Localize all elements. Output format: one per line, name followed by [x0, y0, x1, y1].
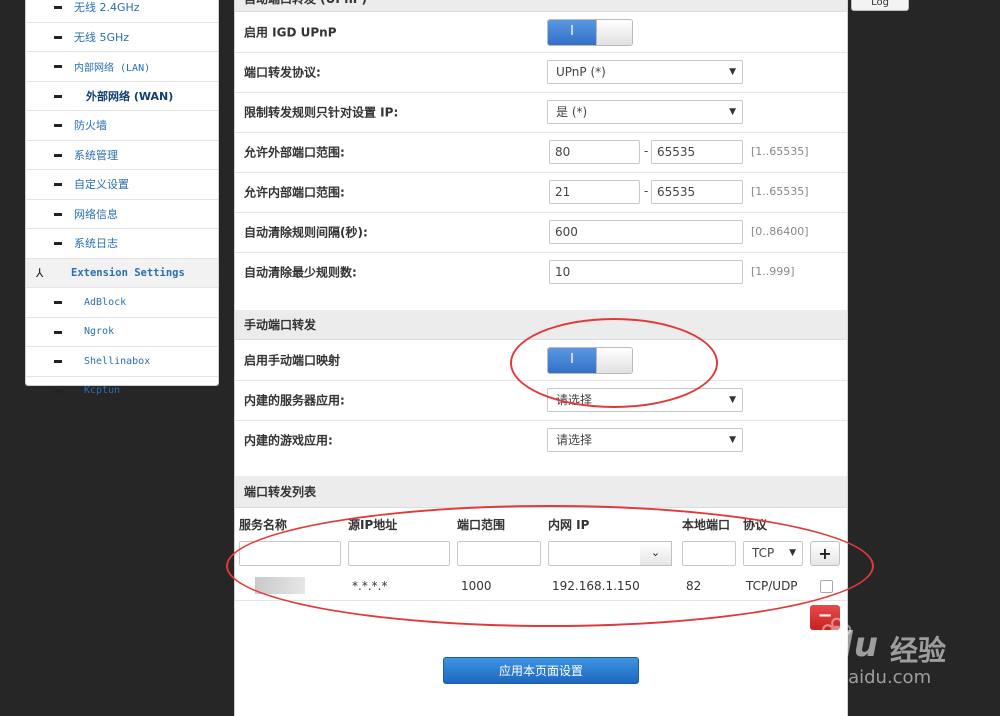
upnp-enable-row: 启用 IGD UPnP I: [235, 12, 847, 53]
sidebar-item-ngrok[interactable]: Ngrok: [26, 318, 218, 347]
ext-port-range-row: 允许外部端口范围: 80 - 65535 [1..65535]: [235, 132, 847, 173]
bullet-icon: [54, 65, 62, 69]
sidebar-item-netinfo[interactable]: 网络信息: [26, 200, 218, 229]
game-app-label: 内建的游戏应用:: [244, 433, 333, 448]
clean-min-row: 自动清除最少规则数: 10 [1..999]: [235, 252, 847, 310]
sidebar-item-kcptun[interactable]: Kcptun: [26, 377, 218, 406]
sidebar-item-firewall[interactable]: 防火墙: [26, 111, 218, 141]
restrict-ip-select[interactable]: 是 (*) ▼: [547, 100, 743, 124]
watermark-suffix: 经验: [890, 634, 947, 667]
sidebar-item-extension-settings[interactable]: ⅄ Extension Settings: [26, 258, 218, 288]
sidebar-item-custom[interactable]: 自定义设置: [26, 170, 218, 200]
game-app-row: 内建的游戏应用: 请选择 ▼: [235, 420, 847, 476]
person-icon: ⅄: [36, 265, 44, 280]
sidebar-item-wan[interactable]: 外部网络 (WAN): [26, 82, 218, 111]
bullet-icon: [54, 242, 62, 246]
clean-min-label: 自动清除最少规则数:: [244, 265, 357, 280]
clean-min-input[interactable]: 10: [549, 260, 743, 284]
server-app-label: 内建的服务器应用:: [244, 393, 345, 408]
upnp-enable-label: 启用 IGD UPnP: [244, 25, 337, 40]
sidebar-item-wireless-5g[interactable]: 无线 5GHz: [26, 23, 218, 52]
annotation-ellipse: [510, 318, 718, 408]
toggle-knob: [596, 20, 632, 45]
chevron-down-icon: ▼: [729, 395, 736, 405]
bullet-icon: [54, 94, 62, 98]
protocol-row: 端口转发协议: UPnP (*) ▼: [235, 52, 847, 93]
bullet-icon: [54, 183, 62, 187]
ext-port-to-input[interactable]: 65535: [651, 140, 743, 164]
bullet-icon: [54, 212, 62, 216]
forward-list-title: 端口转发列表: [235, 476, 847, 508]
bullet-icon: [54, 124, 62, 128]
clean-interval-input[interactable]: 600: [549, 220, 743, 244]
clean-interval-row: 自动清除规则间隔(秒): 600 [0..86400]: [235, 212, 847, 253]
int-port-range-label: 允许内部端口范围:: [244, 185, 345, 200]
apply-settings-button[interactable]: 应用本页面设置: [443, 657, 639, 684]
chevron-down-icon: ▼: [729, 67, 736, 77]
bullet-icon: [54, 360, 62, 364]
game-app-select[interactable]: 请选择 ▼: [547, 428, 743, 452]
bullet-icon: [54, 6, 62, 10]
ext-port-range-hint: [1..65535]: [751, 145, 809, 158]
toggle-on-indicator: I: [548, 20, 596, 45]
restrict-ip-row: 限制转发规则只针对设置 IP: 是 (*) ▼: [235, 92, 847, 133]
clean-interval-hint: [0..86400]: [751, 225, 809, 238]
protocol-value: UPnP (*): [556, 65, 606, 79]
sidebar-item-shellinabox[interactable]: Shellinabox: [26, 347, 218, 377]
restrict-ip-label: 限制转发规则只针对设置 IP:: [244, 105, 399, 120]
clean-interval-label: 自动清除规则间隔(秒):: [244, 225, 368, 240]
watermark-url: jingyan.baidu.com: [765, 667, 932, 688]
sidebar-item-lan[interactable]: 内部网络 (LAN): [26, 52, 218, 82]
clean-min-hint: [1..999]: [751, 265, 795, 278]
ext-port-range-label: 允许外部端口范围:: [244, 145, 345, 160]
protocol-select[interactable]: UPnP (*) ▼: [547, 60, 743, 84]
sidebar-item-admin[interactable]: 系统管理: [26, 141, 218, 170]
upnp-section-title: 自动端口转发 (UPnP): [235, 0, 847, 12]
log-button[interactable]: Log: [851, 0, 909, 11]
bullet-icon: [54, 35, 62, 39]
sidebar-item-wireless-24g[interactable]: 无线 2.4GHz: [26, 0, 218, 23]
upnp-enable-toggle[interactable]: I: [547, 19, 633, 46]
col-header-service: 服务名称: [239, 518, 288, 532]
range-separator: -: [644, 184, 649, 198]
watermark-brand: Baidu: [765, 625, 880, 665]
range-separator: -: [644, 144, 649, 158]
restrict-ip-value: 是 (*): [556, 105, 588, 119]
int-port-from-input[interactable]: 21: [549, 180, 640, 204]
int-port-to-input[interactable]: 65535: [651, 180, 743, 204]
int-port-range-hint: [1..65535]: [751, 185, 809, 198]
protocol-label: 端口转发协议:: [244, 65, 321, 80]
bullet-icon: [54, 330, 62, 334]
ext-port-from-input[interactable]: 80: [549, 140, 640, 164]
chevron-down-icon: ▼: [729, 435, 736, 445]
sidebar-item-adblock[interactable]: AdBlock: [26, 288, 218, 318]
int-port-range-row: 允许内部端口范围: 21 - 65535 [1..65535]: [235, 172, 847, 213]
bullet-icon: [54, 389, 62, 393]
chevron-down-icon: ▼: [729, 107, 736, 117]
manual-enable-label: 启用手动端口映射: [244, 353, 341, 368]
bullet-icon: [54, 301, 62, 305]
baidu-watermark: ❀ Baidu 经验 jingyan.baidu.com: [760, 605, 995, 715]
bullet-icon: [54, 153, 62, 157]
game-app-value: 请选择: [556, 433, 593, 447]
sidebar-item-syslog[interactable]: 系统日志: [26, 229, 218, 259]
sidebar-nav: 无线 2.4GHz 无线 5GHz 内部网络 (LAN) 外部网络 (WAN) …: [25, 0, 219, 396]
